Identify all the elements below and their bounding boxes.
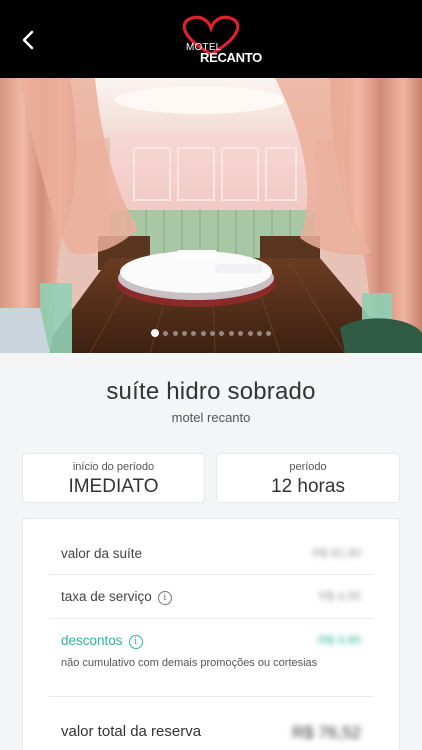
back-button[interactable] — [14, 26, 42, 54]
logo-text-recanto: RECANTO — [200, 50, 262, 65]
period-label: período — [289, 461, 327, 473]
carousel-dot[interactable] — [191, 330, 197, 336]
discount-label: descontos — [61, 633, 123, 648]
carousel-dot-active[interactable] — [150, 329, 159, 337]
suite-name: suíte hidro sobrado — [106, 378, 316, 405]
price-summary-card: valor da suíte R$ 82,90 taxa de serviço i… — [22, 518, 400, 750]
carousel-dot[interactable] — [256, 330, 262, 336]
discount-info-icon[interactable]: i — [128, 635, 143, 649]
suite-price-value: R$ 82,90 — [312, 546, 361, 560]
carousel-dot[interactable] — [238, 330, 244, 336]
discount-value: -R$ 4,90 — [314, 633, 361, 647]
carousel-dot[interactable] — [172, 330, 178, 336]
carousel-indicator[interactable] — [0, 329, 422, 337]
motel-logo: MOTEL RECANTO — [170, 14, 262, 66]
total-label: valor total da reserva — [61, 723, 202, 740]
service-fee-info-icon[interactable]: i — [157, 591, 172, 605]
carousel-dot[interactable] — [228, 330, 234, 336]
period-box[interactable]: período 12 horas — [216, 453, 400, 503]
carousel-dot[interactable] — [266, 330, 272, 336]
start-period-box[interactable]: início do período IMEDIATO — [22, 453, 205, 503]
carousel-dot[interactable] — [210, 330, 215, 336]
start-period-value: IMEDIATO — [68, 476, 159, 497]
carousel-dot[interactable] — [163, 330, 169, 336]
suite-photo — [0, 78, 422, 353]
carousel-dot[interactable] — [200, 330, 206, 336]
divider — [49, 618, 373, 619]
carousel-dot[interactable] — [181, 330, 187, 336]
carousel-dot[interactable] — [247, 330, 253, 336]
period-value: 12 horas — [271, 476, 345, 497]
discount-note: não cumulativo com demais promoções ou c… — [61, 657, 318, 669]
suite-price-label: valor da suíte — [61, 546, 143, 561]
motel-name: motel recanto — [171, 410, 251, 425]
total-value: R$ 76,52 — [292, 723, 361, 742]
carousel-dot[interactable] — [219, 330, 225, 336]
divider — [49, 696, 373, 697]
suite-photo-carousel[interactable] — [0, 78, 422, 353]
start-period-label: início do período — [72, 461, 155, 473]
chevron-left-icon — [22, 30, 34, 50]
service-fee-label: taxa de serviço — [61, 589, 152, 604]
service-fee-value: R$ 4,90 — [318, 589, 361, 603]
top-bar: MOTEL RECANTO — [0, 0, 422, 78]
divider — [49, 574, 373, 575]
